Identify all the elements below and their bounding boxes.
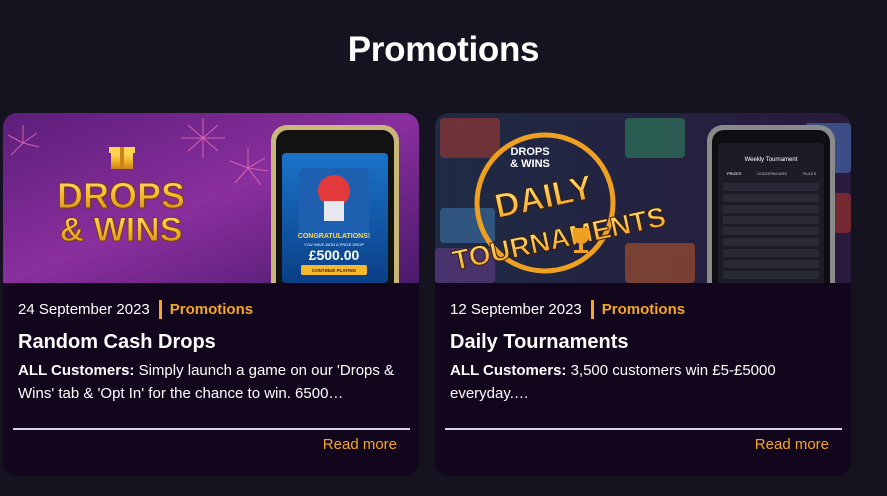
card-divider xyxy=(13,428,410,430)
svg-text:DROPS: DROPS xyxy=(57,175,185,216)
svg-text:CONTINUE PLAYING: CONTINUE PLAYING xyxy=(312,268,357,273)
svg-text:PRIZES: PRIZES xyxy=(727,171,742,176)
post-meta: 12 September 2023 Promotions xyxy=(450,300,685,319)
category-link[interactable]: Promotions xyxy=(170,301,253,318)
read-more-link[interactable]: Read more xyxy=(323,436,397,453)
page-title: Promotions xyxy=(347,30,540,69)
card-excerpt: ALL Customers: 3,500 customers win £5-£5… xyxy=(450,359,835,405)
post-date: 12 September 2023 xyxy=(450,301,582,318)
phone-mockup: Weekly Tournament PRIZES LEADERBOARD RUL… xyxy=(707,125,835,283)
svg-text:& WINS: & WINS xyxy=(510,158,550,170)
excerpt-lead: ALL Customers: xyxy=(18,362,135,379)
phone-mockup: CONGRATULATIONS! YOU HAVE WON A PRIZE DR… xyxy=(271,125,399,283)
promo-image-daily-tournaments[interactable]: DROPS & WINS DAILY TOURNAMENTS Weekly To… xyxy=(435,113,851,283)
card-title[interactable]: Random Cash Drops xyxy=(18,331,216,354)
svg-text:£500.00: £500.00 xyxy=(309,247,360,263)
svg-text:RULES: RULES xyxy=(803,171,817,176)
excerpt-lead: ALL Customers: xyxy=(450,362,567,379)
meta-separator xyxy=(158,300,162,319)
promo-image-drops-wins[interactable]: DROPS & WINS CONGRATULATIONS! YOU HAVE W… xyxy=(3,113,419,283)
gift-icon xyxy=(109,147,135,169)
meta-separator xyxy=(590,300,594,319)
svg-text:LEADERBOARD: LEADERBOARD xyxy=(757,171,787,176)
category-link[interactable]: Promotions xyxy=(602,301,685,318)
card-excerpt: ALL Customers: Simply launch a game on o… xyxy=(18,359,403,405)
card-title[interactable]: Daily Tournaments xyxy=(450,331,629,354)
post-meta: 24 September 2023 Promotions xyxy=(18,300,253,319)
svg-text:Weekly Tournament: Weekly Tournament xyxy=(745,157,798,163)
promo-card-daily-tournaments[interactable]: DROPS & WINS DAILY TOURNAMENTS Weekly To… xyxy=(435,113,851,476)
card-divider xyxy=(445,428,842,430)
post-date: 24 September 2023 xyxy=(18,301,150,318)
svg-text:& WINS: & WINS xyxy=(60,211,183,249)
read-more-link[interactable]: Read more xyxy=(755,436,829,453)
promo-card-random-cash-drops[interactable]: DROPS & WINS CONGRATULATIONS! YOU HAVE W… xyxy=(3,113,419,476)
svg-text:CONGRATULATIONS!: CONGRATULATIONS! xyxy=(298,233,370,240)
svg-text:DROPS: DROPS xyxy=(510,146,549,158)
